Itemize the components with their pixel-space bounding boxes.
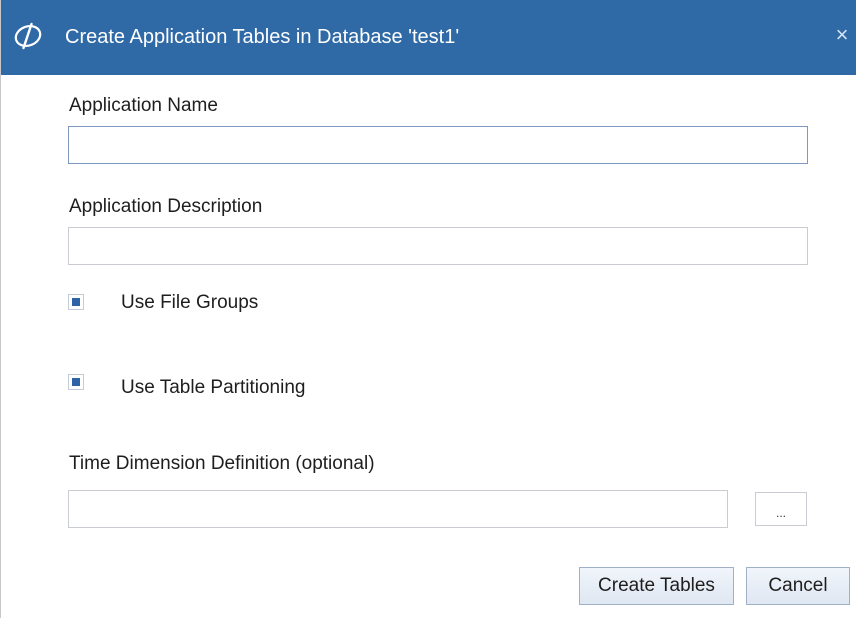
create-tables-button[interactable]: Create Tables: [579, 567, 734, 605]
application-description-label: Application Description: [69, 196, 263, 217]
close-icon[interactable]: ×: [831, 22, 853, 48]
create-application-tables-dialog: Create Application Tables in Database 't…: [0, 0, 856, 618]
checkbox-check-mark: [72, 298, 80, 306]
app-logo-icon: [14, 22, 42, 50]
checkbox-check-mark: [72, 378, 80, 386]
use-file-groups-label[interactable]: Use File Groups: [121, 291, 258, 315]
application-name-label: Application Name: [69, 95, 218, 116]
application-description-input[interactable]: [68, 227, 808, 265]
dialog-title: Create Application Tables in Database 't…: [65, 26, 460, 48]
time-dimension-definition-input[interactable]: [68, 490, 728, 528]
title-bar[interactable]: Create Application Tables in Database 't…: [1, 0, 856, 75]
use-table-partitioning-label[interactable]: Use Table Partitioning: [121, 376, 305, 400]
cancel-button[interactable]: Cancel: [746, 567, 850, 605]
use-table-partitioning-checkbox[interactable]: [68, 374, 84, 390]
browse-button[interactable]: ...: [755, 492, 807, 526]
use-file-groups-checkbox[interactable]: [68, 294, 84, 310]
application-name-input[interactable]: [68, 126, 808, 164]
time-dimension-definition-label: Time Dimension Definition (optional): [69, 453, 375, 474]
